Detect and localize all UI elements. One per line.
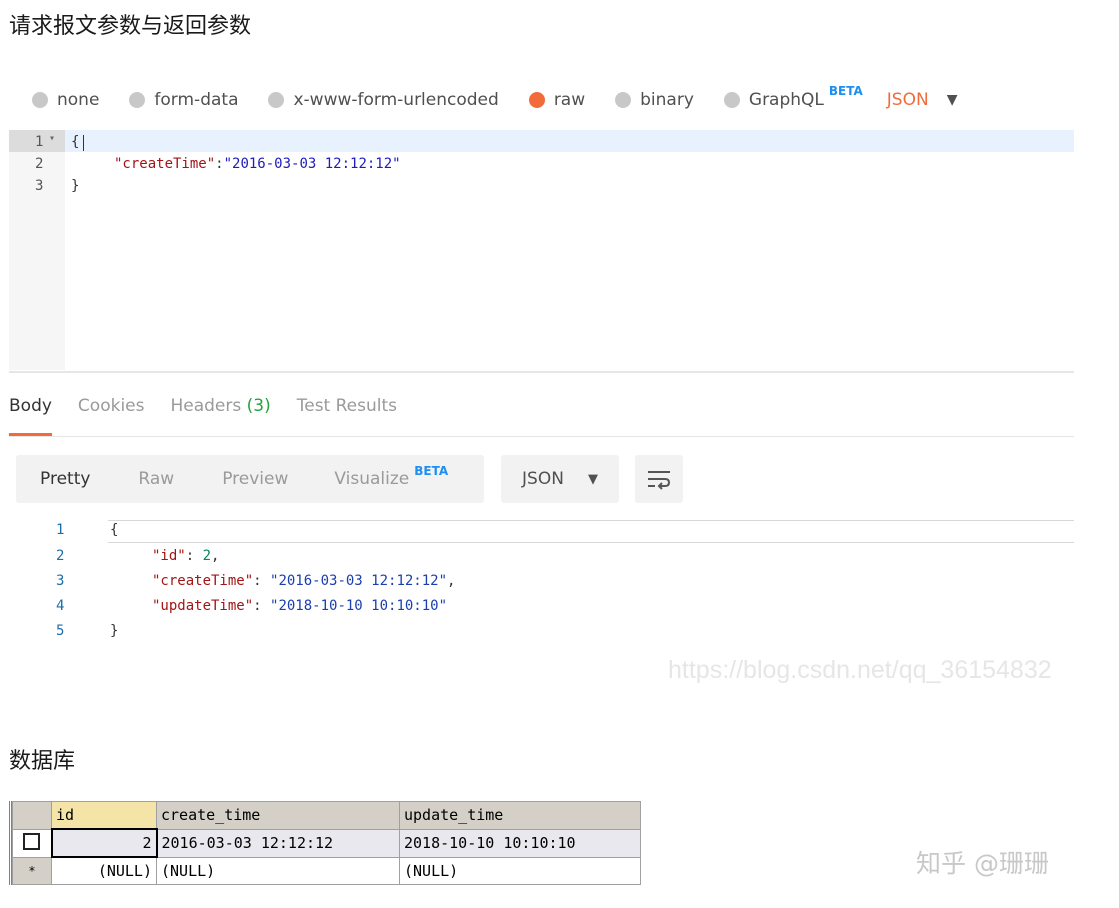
csdn-watermark: https://blog.csdn.net/qq_36154832 (668, 656, 1052, 685)
tab-body[interactable]: Body (9, 396, 52, 436)
body-type-selector: none form-data x-www-form-urlencoded raw… (32, 84, 957, 116)
radio-selected-dot-icon (529, 92, 545, 108)
view-visualize-button[interactable]: VisualizeBETA (334, 469, 448, 489)
caret-down-icon: ▼ (588, 472, 598, 487)
section-heading-database: 数据库 (9, 743, 75, 775)
cell-update-time[interactable]: (NULL) (400, 857, 641, 885)
code-brace-close: } (71, 178, 79, 194)
zhihu-watermark: 知乎 @珊珊 (916, 844, 1049, 880)
wrap-lines-icon (646, 468, 672, 490)
radio-dot-icon (32, 92, 48, 108)
row-selector-header (13, 802, 52, 830)
radio-form-data[interactable]: form-data (129, 90, 238, 110)
fold-toggle-icon[interactable]: ▾ (49, 133, 55, 144)
response-line-id: "id": 2, (152, 548, 219, 564)
response-brace-close: } (110, 623, 118, 639)
request-body-editor[interactable]: 1 ▾ 2 3 { "createTime":"2016-03-03 12:12… (9, 130, 1074, 370)
view-pretty-button[interactable]: Pretty (40, 469, 90, 489)
radio-dot-icon (268, 92, 284, 108)
code-brace-open: { (71, 134, 79, 150)
wrap-lines-button[interactable] (635, 455, 683, 503)
line-number: 3 (35, 178, 43, 194)
response-line-updatetime: "updateTime": "2018-10-10 10:10:10" (152, 598, 447, 614)
cell-update-time[interactable]: 2018-10-10 10:10:10 (400, 829, 641, 857)
panel-divider (9, 371, 1074, 373)
row-checkbox[interactable] (13, 829, 52, 857)
line-number: 2 (56, 548, 64, 564)
radio-dot-icon (129, 92, 145, 108)
column-header-create-time[interactable]: create_time (157, 802, 400, 830)
radio-dot-icon (724, 92, 740, 108)
cell-id[interactable]: 2 (52, 829, 157, 857)
tab-headers[interactable]: Headers (3) (170, 396, 270, 436)
headers-count: (3) (247, 396, 271, 416)
tab-test-results[interactable]: Test Results (297, 396, 397, 436)
beta-badge: BETA (414, 464, 448, 478)
active-line-border-bottom (108, 542, 1074, 543)
tab-cookies[interactable]: Cookies (78, 396, 145, 436)
radio-graphql[interactable]: GraphQL BETA (724, 90, 863, 110)
radio-none[interactable]: none (32, 90, 99, 110)
view-raw-button[interactable]: Raw (138, 469, 174, 489)
radio-binary[interactable]: binary (615, 90, 694, 110)
raw-format-label: JSON (887, 90, 929, 110)
code-line-createtime: "createTime":"2016-03-03 12:12:12" (114, 156, 401, 172)
column-header-id[interactable]: id (52, 802, 157, 830)
line-number: 4 (56, 598, 64, 614)
new-row-marker: * (13, 857, 52, 885)
line-number: 1 (56, 522, 64, 538)
response-tabs: Body Cookies Headers (3) Test Results (9, 396, 423, 436)
tabs-divider (9, 436, 1074, 437)
view-preview-button[interactable]: Preview (222, 469, 288, 489)
radio-dot-icon (615, 92, 631, 108)
response-line-createtime: "createTime": "2016-03-03 12:12:12", (152, 573, 455, 589)
radio-raw[interactable]: raw (529, 90, 585, 110)
editor-active-line (65, 130, 1074, 152)
column-header-update-time[interactable]: update_time (400, 802, 641, 830)
table-row[interactable]: * (NULL) (NULL) (NULL) (13, 857, 641, 885)
line-number: 3 (56, 573, 64, 589)
section-heading-request: 请求报文参数与返回参数 (9, 8, 251, 40)
radio-x-www-form-urlencoded[interactable]: x-www-form-urlencoded (268, 90, 498, 110)
beta-badge: BETA (829, 84, 863, 98)
response-brace-open: { (110, 522, 118, 538)
table-row[interactable]: 2 2016-03-03 12:12:12 2018-10-10 10:10:1… (13, 829, 641, 857)
response-format-dropdown[interactable]: JSON ▼ (501, 455, 619, 503)
line-number: 5 (56, 623, 64, 639)
active-line-border-top (108, 520, 1074, 521)
table-header-row: id create_time update_time (13, 802, 641, 830)
line-number: 1 (35, 134, 43, 150)
database-grid: id create_time update_time 2 2016-03-03 … (9, 801, 641, 885)
cell-id[interactable]: (NULL) (52, 857, 157, 885)
cell-create-time[interactable]: 2016-03-03 12:12:12 (157, 829, 400, 857)
checkbox-icon (23, 833, 40, 850)
text-cursor (83, 135, 84, 151)
view-mode-segmented: Pretty Raw Preview VisualizeBETA (16, 455, 484, 503)
raw-format-dropdown[interactable]: JSON ▼ (891, 90, 958, 110)
cell-create-time[interactable]: (NULL) (157, 857, 400, 885)
line-number: 2 (35, 156, 43, 172)
caret-down-icon: ▼ (947, 92, 958, 108)
